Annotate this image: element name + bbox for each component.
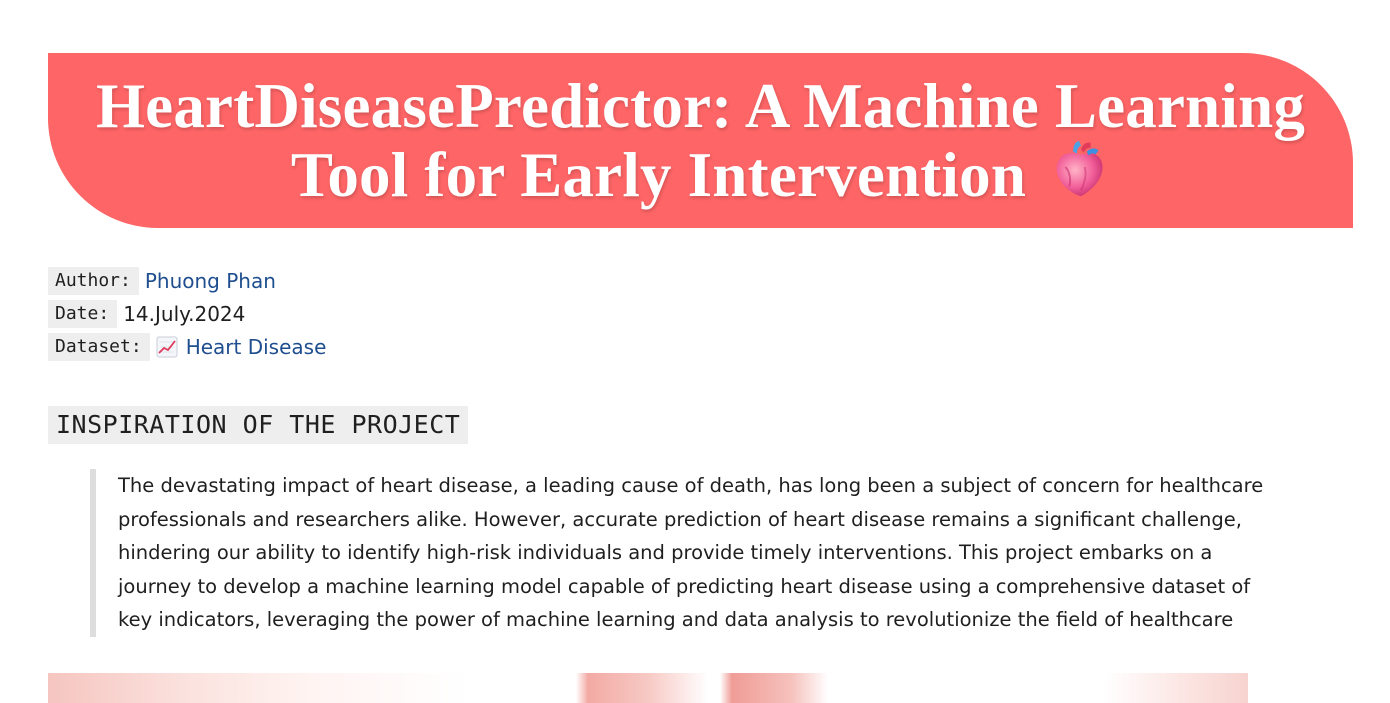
page-title-text: HeartDiseasePredictor: A Machine Learnin… (95, 71, 1306, 210)
chart-increasing-icon (156, 336, 178, 358)
dataset-row: Dataset: Heart Disease (48, 331, 326, 363)
title-banner: HeartDiseasePredictor: A Machine Learnin… (48, 53, 1353, 228)
inspiration-text: The devastating impact of heart disease,… (118, 474, 1264, 632)
date-row: Date: 14.July.2024 (48, 298, 326, 330)
inspiration-quote: The devastating impact of heart disease,… (90, 469, 1270, 637)
section-heading: INSPIRATION OF THE PROJECT (48, 406, 469, 444)
author-link[interactable]: Phuong Phan (145, 269, 276, 293)
metadata-list: Author: Phuong Phan Date: 14.July.2024 D… (48, 265, 326, 364)
date-label: Date: (48, 300, 118, 328)
dataset-label: Dataset: (48, 333, 150, 361)
hero-image (48, 673, 1248, 703)
author-row: Author: Phuong Phan (48, 265, 326, 297)
anatomical-heart-icon (1056, 140, 1103, 197)
page-title: HeartDiseasePredictor: A Machine Learnin… (48, 74, 1353, 207)
dataset-link[interactable]: Heart Disease (186, 335, 327, 359)
date-value: 14.July.2024 (123, 302, 246, 326)
author-label: Author: (48, 267, 139, 295)
